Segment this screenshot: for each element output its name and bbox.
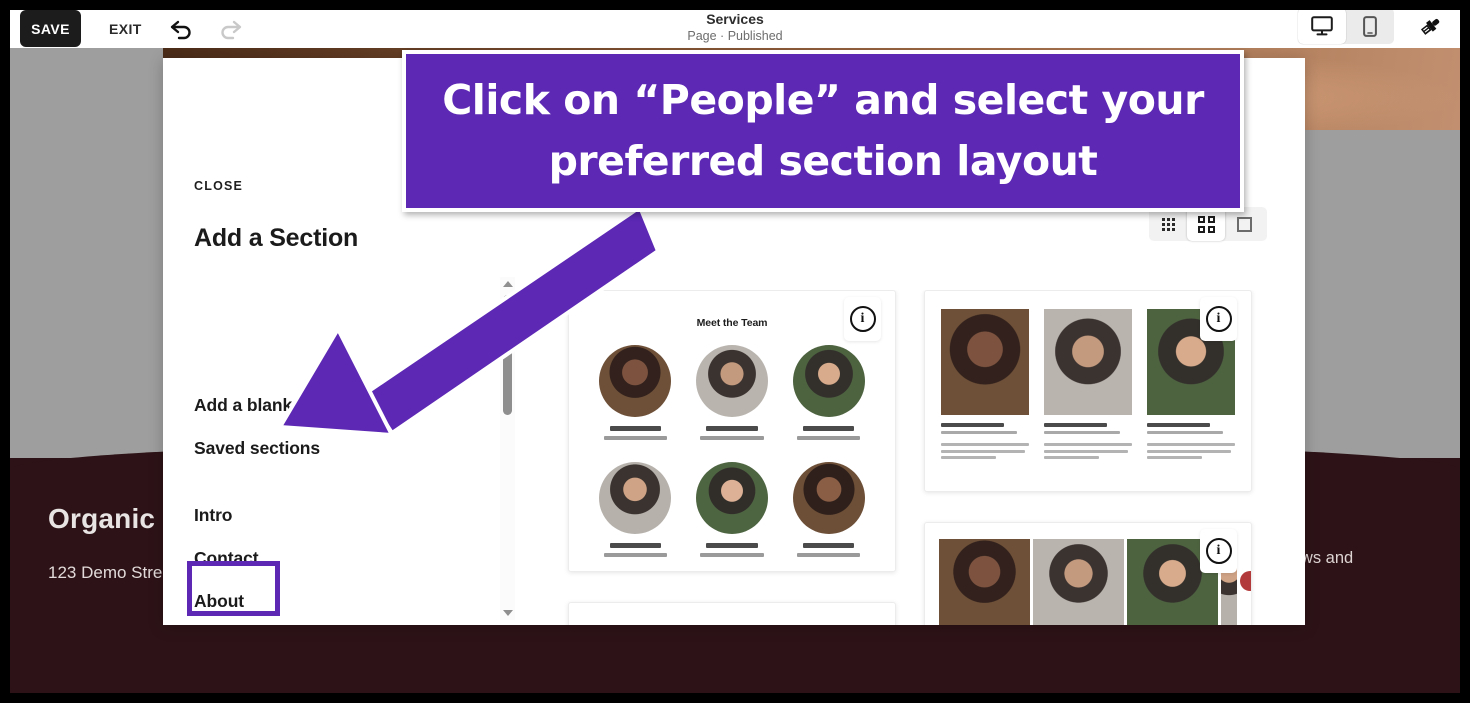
sidebar-scrollbar[interactable] <box>500 277 515 620</box>
team-member <box>689 345 775 440</box>
team-member <box>786 345 872 440</box>
template-info-button[interactable]: i <box>1200 529 1237 573</box>
app-screen: SAVE EXIT Services Page · Published Orga… <box>0 0 1470 703</box>
bio-role <box>1044 431 1120 434</box>
save-button[interactable]: SAVE <box>20 10 81 47</box>
info-circle-icon: i <box>849 306 876 332</box>
single-square-icon <box>1236 216 1252 232</box>
bio-role <box>1147 431 1223 434</box>
bio-role <box>941 431 1017 434</box>
team-member <box>592 462 678 557</box>
bio-name <box>1044 423 1108 427</box>
avatar <box>695 462 768 534</box>
exit-button[interactable]: EXIT <box>103 20 148 38</box>
avatar <box>792 345 865 417</box>
paintbrush-icon <box>1420 18 1440 35</box>
close-button[interactable]: CLOSE <box>194 179 243 193</box>
layout-view-toggle <box>1149 207 1267 241</box>
medium-grid-view-button[interactable] <box>1187 207 1225 241</box>
small-grid-view-button[interactable] <box>1149 207 1187 241</box>
avatar <box>792 462 865 534</box>
instruction-text: Click on “People” and select your prefer… <box>442 76 1204 185</box>
template-column-right: i i <box>924 290 1252 625</box>
sidebar-item-intro[interactable]: Intro <box>194 505 484 526</box>
member-role <box>603 553 668 557</box>
mobile-view-button[interactable] <box>1346 8 1394 44</box>
redo-button[interactable] <box>213 14 247 44</box>
member-role <box>796 436 861 440</box>
member-name <box>706 543 758 548</box>
member-name <box>609 426 662 431</box>
category-list: Add a blank section Saved sections Intro… <box>194 395 484 625</box>
team-member <box>786 462 872 557</box>
sidebar-scroll-down-button[interactable] <box>500 606 515 620</box>
team-member <box>592 345 678 440</box>
portrait <box>1033 539 1124 625</box>
template-card-meet-the-team[interactable]: i Meet the Team <box>568 290 896 572</box>
member-role <box>700 553 764 557</box>
scroll-up-arrow-icon <box>502 281 513 287</box>
footer-address: 123 Demo Street <box>48 563 177 582</box>
instruction-callout: Click on “People” and select your prefer… <box>402 50 1244 212</box>
team-row-bottom <box>569 462 895 557</box>
large-single-view-button[interactable] <box>1225 207 1263 241</box>
sidebar-scroll-up-button[interactable] <box>500 277 515 291</box>
style-brush-button[interactable] <box>1412 8 1450 44</box>
member-role <box>603 436 668 440</box>
avatar <box>599 345 672 417</box>
avatar <box>599 462 672 534</box>
grid-9-dots-icon <box>1161 217 1175 231</box>
menu-item-saved-sections[interactable]: Saved sections <box>194 438 484 459</box>
desktop-monitor-icon <box>1311 16 1333 36</box>
desktop-view-button[interactable] <box>1298 8 1346 44</box>
menu-item-add-blank-section[interactable]: Add a blank section <box>194 395 484 416</box>
member-name <box>802 543 855 548</box>
site-brand: Organic S <box>48 503 183 534</box>
bio-name <box>1147 423 1211 427</box>
device-preview-toggle <box>1298 8 1394 44</box>
template-column-left: i Meet the Team <box>568 290 896 625</box>
scroll-down-arrow-icon <box>502 610 513 616</box>
bio-name <box>941 423 1005 427</box>
team-member <box>689 462 775 557</box>
info-circle-icon: i <box>1205 538 1232 564</box>
mobile-phone-icon <box>1363 15 1377 37</box>
member-role <box>700 436 764 440</box>
bio-paragraph <box>941 443 1029 459</box>
bio-item <box>941 309 1029 463</box>
grid-4-squares-icon <box>1197 215 1215 233</box>
template-grid: i Meet the Team i i <box>515 290 1305 625</box>
panel-title: Add a Section <box>194 224 359 252</box>
template-info-button[interactable]: i <box>1200 297 1237 341</box>
template-card-full-width-photos[interactable]: i <box>924 522 1252 625</box>
template-card-three-column-bios[interactable]: i <box>924 290 1252 492</box>
template-info-button[interactable]: i <box>844 297 881 341</box>
avatar <box>695 345 768 417</box>
sidebar-item-contact[interactable]: Contact <box>194 548 484 569</box>
sidebar-scroll-thumb[interactable] <box>503 295 512 415</box>
bio-item <box>1044 309 1132 463</box>
portrait <box>939 539 1030 625</box>
editor-toolbar: SAVE EXIT Services Page · Published <box>10 0 1460 48</box>
team-row-top <box>569 345 895 440</box>
member-name <box>609 543 662 548</box>
template-card-partial[interactable] <box>568 602 896 625</box>
portrait <box>941 309 1029 415</box>
undo-button[interactable] <box>165 14 199 44</box>
member-name <box>802 426 855 431</box>
member-role <box>796 553 861 557</box>
info-circle-icon: i <box>1205 306 1232 332</box>
member-name <box>706 426 758 431</box>
portrait <box>1044 309 1132 415</box>
bio-paragraph <box>1147 443 1235 459</box>
bio-paragraph <box>1044 443 1132 459</box>
sidebar-item-about[interactable]: About <box>194 591 484 612</box>
